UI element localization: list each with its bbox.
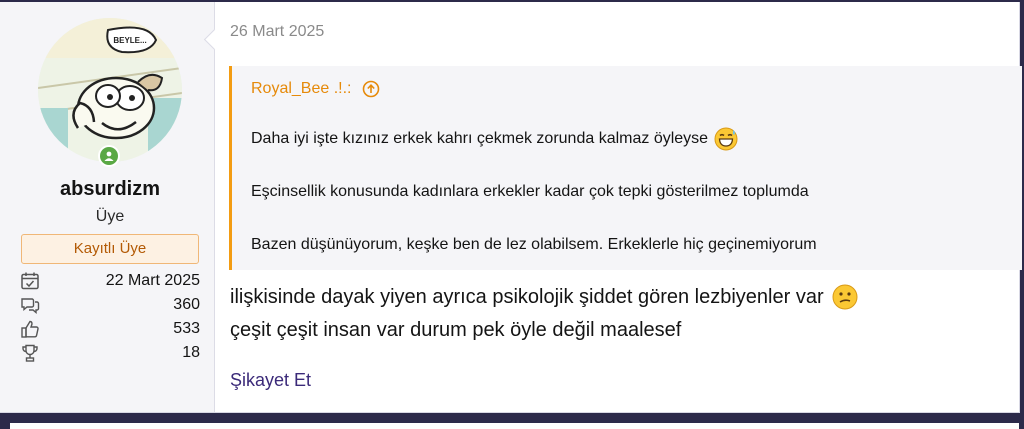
forum-post: BEYLE... absurdizm Üye Kayıtlı Üye 22 Ma… [0,2,1022,413]
quote-author-link[interactable]: Royal_Bee .!.: [251,80,380,98]
calendar-check-icon [21,272,39,290]
avatar[interactable]: BEYLE... [38,18,182,162]
avatar-cartoon: BEYLE... [38,18,182,162]
quote-text: Eşcinsellik konusunda kadınlara erkekler… [251,183,809,200]
thumbs-up-icon [21,320,39,338]
message-line: çeşit çeşit insan var durum pek öyle değ… [230,319,681,342]
user-sidebar: BEYLE... absurdizm Üye Kayıtlı Üye 22 Ma… [0,2,215,412]
user-icon [104,151,114,161]
grinning-sweat-emoji-icon [714,127,738,151]
quote-line: Daha iyi işte kızınız erkek kahrı çekmek… [251,127,738,151]
quote-line: Bazen düşünüyorum, keşke ben de lez olab… [251,236,817,254]
user-role: Üye [95,208,125,225]
report-link[interactable]: Şikayet Et [230,370,311,391]
messages-icon [21,298,40,314]
stat-value: 360 [173,296,200,313]
stat-value: 22 Mart 2025 [105,272,200,289]
message-text: ilişkisinde dayak yiyen ayrıca psikoloji… [230,285,824,308]
online-status-indicator [98,145,120,167]
quote-text: Bazen düşünüyorum, keşke ben de lez olab… [251,236,817,253]
message-line: ilişkisinde dayak yiyen ayrıca psikoloji… [230,284,858,310]
confused-emoji-icon [832,284,858,310]
stat-value: 533 [173,320,200,337]
trophy-icon [22,344,38,362]
quote-text: Daha iyi işte kızınız erkek kahrı çekmek… [251,130,709,147]
stat-value: 18 [182,344,200,361]
message-text: çeşit çeşit insan var durum pek öyle değ… [230,319,682,341]
stat-reactions: 533 [20,318,200,340]
quote-line: Eşcinsellik konusunda kadınlara erkekler… [251,183,809,201]
arrow-up-circle-icon[interactable] [362,80,380,98]
quote-block: Royal_Bee .!.: Daha iyi işte kızınız erk… [229,66,1022,270]
avatar-caption: BEYLE... [113,36,146,45]
stat-joined: 22 Mart 2025 [20,270,200,292]
next-post-edge [10,423,1019,429]
stat-trophies: 18 [20,342,200,364]
quote-author: Royal_Bee .!.: [251,80,352,97]
user-badge: Kayıtlı Üye [21,234,199,264]
username[interactable]: absurdizm [0,178,220,201]
post-date[interactable]: 26 Mart 2025 [230,23,324,41]
stat-messages: 360 [20,294,200,316]
